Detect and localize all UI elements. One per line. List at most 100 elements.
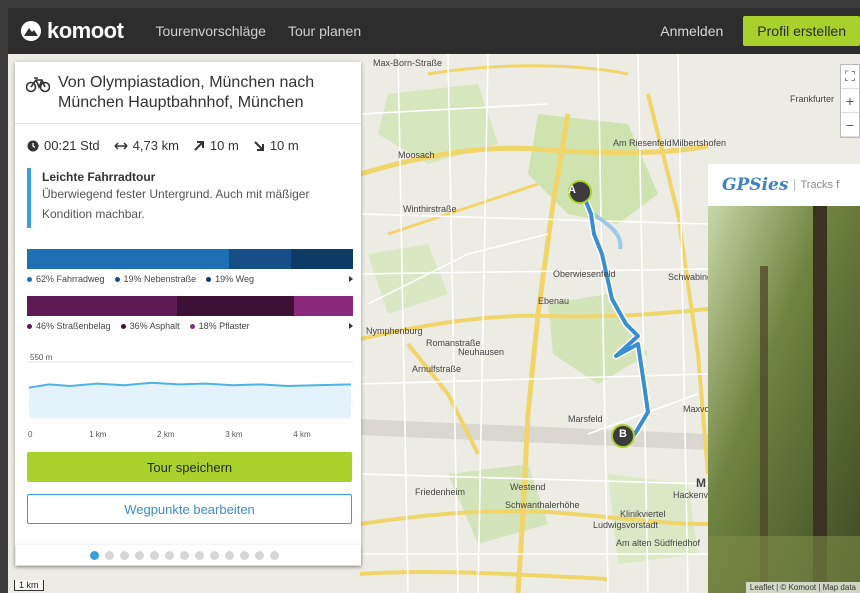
save-tour-button[interactable]: Tour speichern [27,452,352,482]
surface-legend[interactable]: 46% Straßenbelag 36% Asphalt 18% Pflaster [27,321,353,331]
legend-dot-icon [27,323,32,329]
stat-descent: 10 m [253,138,299,153]
marker-start[interactable]: A [568,184,576,196]
ascent-value: 10 m [209,138,239,153]
map-label: Westend [510,482,546,492]
descent-value: 10 m [269,138,299,153]
surfaces-legend-label: 18% Pflaster [198,321,250,331]
pagination-dot[interactable] [195,550,204,560]
komoot-logo[interactable]: komoot [20,18,124,44]
create-profile-button[interactable]: Profil erstellen [743,16,860,46]
pagination-dots [16,545,361,565]
map-label: Ludwigsvorstadt [593,520,659,530]
route-stats: 00:21 Std 4,73 km 10 m 10 m [27,138,313,153]
map-label: Maxvo [683,404,710,414]
surface-bar[interactable] [27,296,353,316]
route-panel: Von Olympiastadion, München nach München… [15,62,361,566]
map-label: Arnulfstraße [412,364,462,374]
difficulty-text: Überwiegend fester Untergrund. Auch mit … [42,187,310,221]
legend-dot-icon [114,276,120,282]
way_types-legend-item: 62% Fahrradweg [27,274,105,284]
edit-waypoints-button[interactable]: Wegpunkte bearbeiten [27,494,352,524]
top-navigation-bar: komoot Tourenvorschläge Tour planen Anme… [8,8,860,54]
pagination-dot[interactable] [90,550,99,560]
stat-duration: 00:21 Std [27,138,100,153]
surfaces-legend-item: 36% Asphalt [120,321,180,331]
clock-icon [27,140,39,151]
distance-arrows-icon [114,141,128,150]
pagination-dot[interactable] [120,550,129,560]
way-type-legend[interactable]: 62% Fahrradweg 19% Nebenstraße 19% Weg [27,274,353,284]
fullscreen-icon[interactable]: ⛶ [841,65,859,89]
surfaces-legend-label: 46% Straßenbelag [36,321,111,331]
legend-dot-icon [27,276,32,282]
ascent-arrow-icon [194,140,204,151]
elevation-chart[interactable]: 550 m500 m01 km2 km3 km4 km [27,352,353,442]
map-label: Friedenheim [415,487,466,497]
map-label: Winthirstraße [403,204,457,214]
pagination-dot[interactable] [255,550,264,560]
ad-logo: GPSies [722,175,789,195]
x-tick-label: 1 km [89,430,107,439]
logo-text: komoot [47,18,124,43]
route-title: Von Olympiastadion, München nach München… [58,74,315,111]
login-link[interactable]: Anmelden [660,23,723,39]
x-tick-label: 4 km [293,430,311,439]
pagination-dot[interactable] [180,550,189,560]
pagination-dot[interactable] [240,550,249,560]
duration-value: 00:21 Std [44,138,100,153]
marker-end[interactable]: B [619,428,627,440]
way_types-segment [229,249,292,269]
route-header: Von Olympiastadion, München nach München… [15,62,361,124]
way_types-segment [291,249,353,269]
nav-tour-planen[interactable]: Tour planen [288,23,361,39]
pagination-dot[interactable] [105,550,114,560]
zoom-control: ⛶ + − [840,64,860,138]
way_types-legend-label: 19% Nebenstraße [123,274,197,284]
elevation-profile[interactable]: 550 m500 m01 km2 km3 km4 km [27,352,353,442]
difficulty-title: Leichte Fahrradtour [42,170,156,184]
legend-dot-icon [206,276,212,282]
x-tick-label: 0 [28,430,33,439]
komoot-logo-icon [21,21,41,41]
y-tick-label: 550 m [30,353,53,362]
surfaces-segment [294,296,353,316]
pagination-dot[interactable] [150,550,159,560]
x-tick-label: 2 km [157,430,175,439]
map-label: Ebenau [538,296,570,306]
pagination-dot[interactable] [225,550,234,560]
way_types-legend-item: 19% Nebenstraße [114,274,197,284]
advertisement[interactable]: GPSies Tracks f [708,164,860,593]
pagination-dot[interactable] [165,550,174,560]
app-root: komoot Tourenvorschläge Tour planen Anme… [0,0,860,593]
zoom-in-button[interactable]: + [841,89,859,113]
surfaces-segment [176,296,295,316]
way-type-bar[interactable] [27,249,353,269]
surfaces-legend-item: 18% Pflaster [189,321,250,331]
map-label: Schwabing [668,272,713,282]
map-label: Hackenv [673,490,709,500]
map-label: Frankfurter [790,94,835,104]
ad-forest-image [708,206,860,593]
map-scale: 1 km [14,580,44,591]
map-attribution[interactable]: Leaflet | © Komoot | Map data [745,582,860,593]
descent-arrow-icon [254,140,264,151]
surfaces-segment [27,296,177,316]
zoom-out-button[interactable]: − [841,113,859,137]
way_types-legend-label: 19% Weg [215,274,254,284]
pagination-dot[interactable] [135,550,144,560]
expand-arrow-icon[interactable] [349,276,353,282]
nav-tourenvorschlaege[interactable]: Tourenvorschläge [155,23,266,39]
map-label: Schwanthalerhöhe [505,500,580,510]
map-label: Am alten Südfriedhof [616,538,701,548]
map-label: Am Riesenfeld [613,138,672,148]
legend-dot-icon [189,323,195,329]
way_types-legend-item: 19% Weg [206,274,254,284]
pagination-dot[interactable] [210,550,219,560]
pagination-dot[interactable] [270,550,279,560]
stat-distance: 4,73 km [114,138,179,153]
expand-arrow-icon[interactable] [349,323,353,329]
map-label: Nymphenburg [366,326,423,336]
map-label: Klinikviertel [620,509,666,519]
map-label: Oberwiesenfeld [553,269,616,279]
